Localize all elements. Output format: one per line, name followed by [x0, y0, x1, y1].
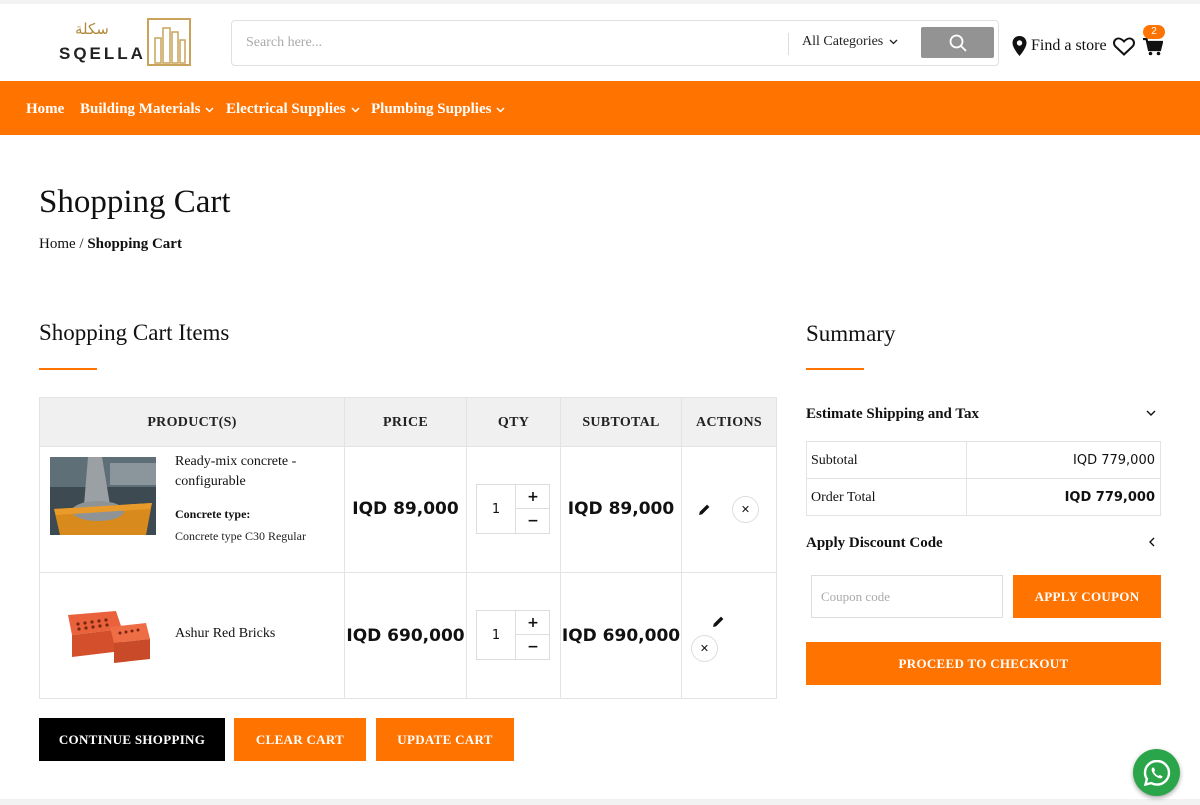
- search-divider: [788, 33, 789, 55]
- search-icon: [949, 34, 967, 52]
- quantity-value[interactable]: 1: [477, 611, 515, 659]
- logo-arabic-text: سكلة: [75, 20, 109, 38]
- update-cart-button[interactable]: UPDATE CART: [376, 718, 514, 761]
- product-name[interactable]: Ashur Red Bricks: [175, 624, 325, 644]
- continue-shopping-button[interactable]: CONTINUE SHOPPING: [39, 718, 225, 761]
- chevron-down-icon: [496, 106, 505, 113]
- page-title: Shopping Cart: [39, 184, 231, 220]
- chevron-down-icon: [351, 106, 360, 113]
- summary-title: Summary: [806, 321, 896, 346]
- main-nav: Home Building Materials Electrical Suppl…: [0, 81, 1200, 135]
- discount-code-toggle[interactable]: Apply Discount Code: [806, 535, 1162, 552]
- cart-items-title: Shopping Cart Items: [39, 320, 230, 345]
- nav-item-label: Plumbing Supplies: [371, 101, 492, 117]
- estimate-shipping-label: Estimate Shipping and Tax: [806, 406, 979, 422]
- subtotal-row: Subtotal IQD 779,000: [807, 442, 1160, 479]
- product-option-value: Concrete type C30 Regular: [175, 529, 306, 543]
- pencil-icon[interactable]: [698, 503, 711, 516]
- order-total-row: Order Total IQD 779,000: [807, 479, 1160, 516]
- product-price: IQD 89,000: [352, 499, 459, 519]
- product-price: IQD 690,000: [346, 626, 465, 646]
- close-icon: ✕: [740, 503, 751, 516]
- map-pin-icon: [1012, 36, 1027, 56]
- order-total-label: Order Total: [811, 490, 876, 505]
- table-row: Ready-mix concrete - configurable Concre…: [40, 447, 776, 572]
- search-button[interactable]: [921, 27, 994, 58]
- table-row: Ashur Red Bricks IQD 690,000 1 + − IQD 6…: [40, 572, 776, 697]
- table-header: PRODUCT(S) PRICE QTY SUBTOTAL ACTIONS: [40, 398, 776, 447]
- subtotal-label: Subtotal: [811, 453, 858, 468]
- quantity-increase-button[interactable]: +: [515, 611, 550, 635]
- site-logo[interactable]: سكلة SQELLA: [57, 18, 191, 68]
- find-store-link[interactable]: Find a store: [1012, 36, 1107, 56]
- whatsapp-icon: [1143, 759, 1170, 786]
- column-header-price: PRICE: [382, 414, 429, 430]
- pencil-icon[interactable]: [712, 615, 725, 628]
- cart-table: PRODUCT(S) PRICE QTY SUBTOTAL ACTIONS Re…: [39, 397, 777, 699]
- quantity-decrease-button[interactable]: −: [515, 635, 550, 659]
- breadcrumb-home-link[interactable]: Home: [39, 236, 76, 252]
- apply-coupon-button[interactable]: APPLY COUPON: [1013, 575, 1161, 618]
- estimate-shipping-toggle[interactable]: Estimate Shipping and Tax: [806, 406, 1162, 423]
- remove-item-button[interactable]: ✕: [691, 635, 718, 662]
- quantity-value[interactable]: 1: [477, 485, 515, 533]
- product-image-concrete[interactable]: [50, 457, 156, 535]
- search-bar: All Categories: [231, 20, 999, 66]
- nav-item-building-materials[interactable]: Building Materials: [80, 101, 214, 118]
- clear-cart-button[interactable]: CLEAR CART: [234, 718, 366, 761]
- cart-count-badge: 2: [1143, 25, 1165, 39]
- close-icon: ✕: [699, 642, 710, 655]
- product-option-label: Concrete type:: [175, 507, 251, 521]
- nav-item-electrical-supplies[interactable]: Electrical Supplies: [226, 101, 360, 118]
- logo-text: SQELLA: [59, 44, 146, 63]
- breadcrumb-current: Shopping Cart: [87, 236, 182, 252]
- proceed-to-checkout-button[interactable]: PROCEED TO CHECKOUT: [806, 642, 1161, 685]
- column-header-subtotal: SUBTOTAL: [582, 414, 660, 430]
- quantity-decrease-button[interactable]: −: [515, 509, 550, 533]
- column-header-product: PRODUCT(S): [147, 414, 237, 430]
- column-header-actions: ACTIONS: [696, 414, 762, 430]
- nav-item-label: Building Materials: [80, 101, 201, 117]
- footer-strip: [0, 799, 1200, 805]
- subtotal-value: IQD 779,000: [1073, 453, 1155, 468]
- search-input[interactable]: [232, 21, 787, 65]
- cart-icon[interactable]: [1143, 38, 1163, 56]
- product-subtotal: IQD 89,000: [567, 499, 675, 519]
- cart-items-title-underline: [39, 368, 97, 370]
- coupon-code-input[interactable]: [811, 575, 1003, 618]
- heart-icon[interactable]: [1113, 37, 1135, 56]
- category-select[interactable]: All Categories: [802, 34, 898, 50]
- breadcrumb: Home / Shopping Cart: [39, 236, 182, 253]
- product-image-bricks[interactable]: [50, 593, 156, 671]
- summary-title-underline: [806, 368, 864, 370]
- quantity-stepper: 1 + −: [476, 610, 550, 660]
- column-header-qty: QTY: [497, 414, 530, 430]
- product-subtotal: IQD 690,000: [561, 626, 681, 646]
- quantity-increase-button[interactable]: +: [515, 485, 550, 509]
- quantity-stepper: 1 + −: [476, 484, 550, 534]
- order-total-value: IQD 779,000: [1064, 490, 1155, 505]
- product-name[interactable]: Ready-mix concrete - configurable: [175, 452, 325, 492]
- logo-buildings-icon: [147, 18, 191, 66]
- nav-item-home[interactable]: Home: [26, 101, 64, 118]
- whatsapp-button[interactable]: [1133, 749, 1180, 796]
- totals-table: Subtotal IQD 779,000 Order Total IQD 779…: [806, 441, 1161, 516]
- category-select-label: All Categories: [802, 34, 884, 49]
- chevron-down-icon: [889, 39, 898, 45]
- discount-code-label: Apply Discount Code: [806, 535, 943, 551]
- chevron-down-icon: [205, 106, 214, 113]
- remove-item-button[interactable]: ✕: [732, 496, 759, 523]
- nav-item-plumbing-supplies[interactable]: Plumbing Supplies: [371, 101, 505, 118]
- site-header: سكلة SQELLA All Categories Find a store …: [0, 4, 1200, 81]
- breadcrumb-separator: /: [79, 236, 84, 252]
- find-store-label: Find a store: [1031, 37, 1107, 54]
- nav-item-label: Home: [26, 101, 65, 117]
- chevron-down-icon[interactable]: [1146, 410, 1156, 417]
- chevron-left-icon[interactable]: [1148, 537, 1155, 547]
- nav-item-label: Electrical Supplies: [226, 101, 346, 117]
